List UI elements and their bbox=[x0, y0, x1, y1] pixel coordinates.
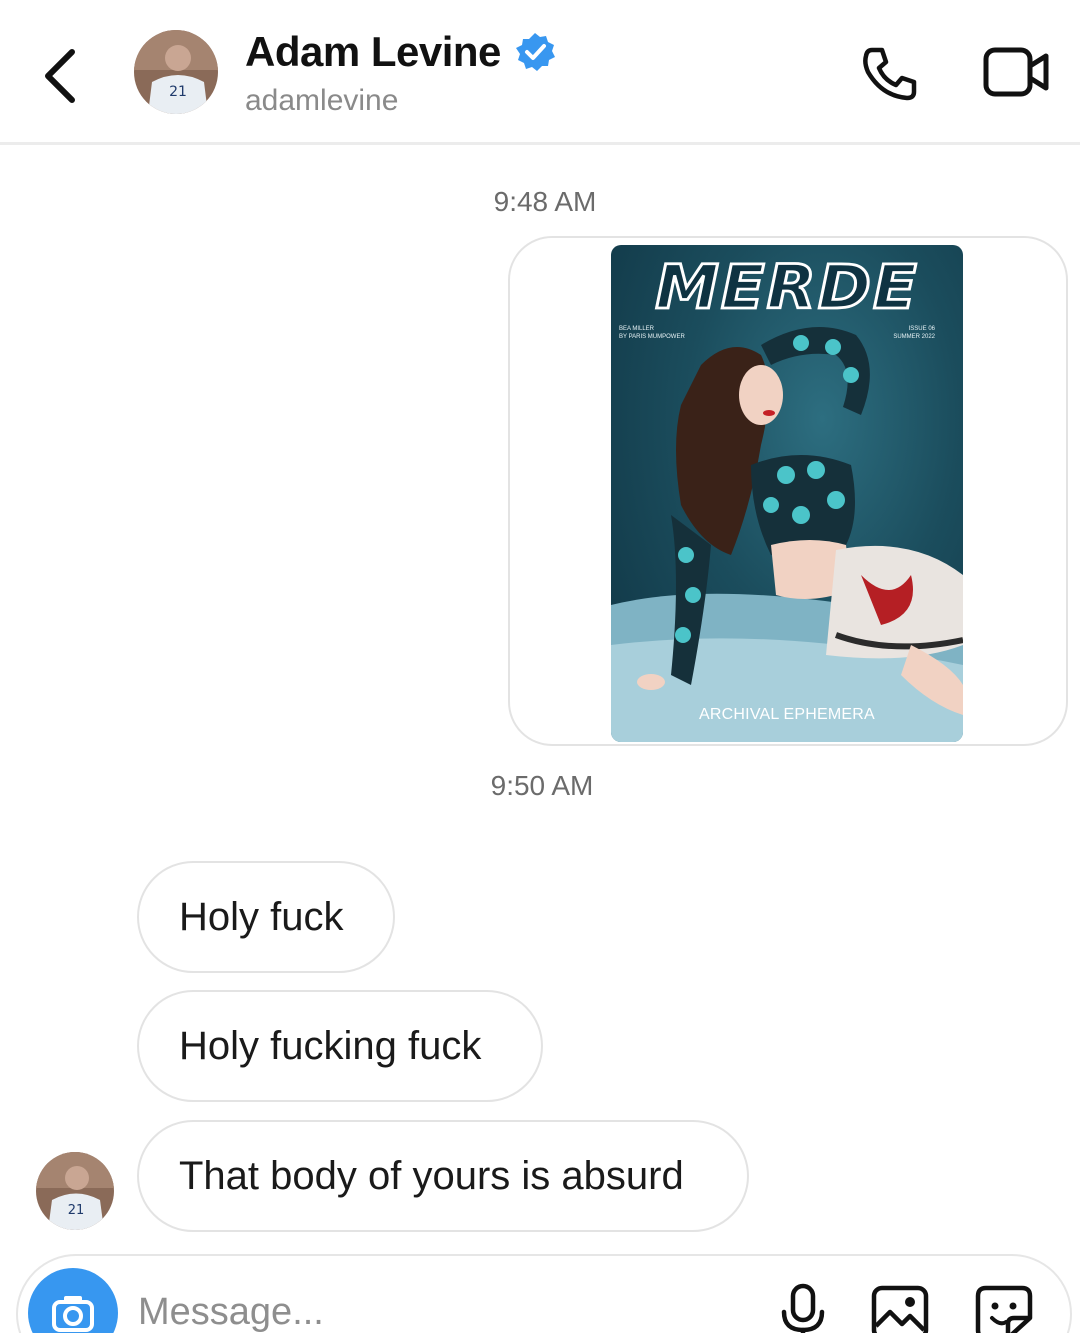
svg-text:21: 21 bbox=[169, 84, 187, 100]
magazine-cover-image[interactable]: MERDE BEA MILLER BY PARIS MUMPOWER ISSUE… bbox=[611, 245, 963, 742]
cover-credit-line: BY PARIS MUMPOWER bbox=[619, 334, 685, 340]
chevron-left-icon bbox=[45, 49, 75, 103]
chat-header: 21 Adam Levine adamlevine bbox=[0, 0, 1080, 145]
camera-button[interactable] bbox=[28, 1268, 118, 1333]
cover-issue-line: ISSUE 06 bbox=[908, 326, 935, 332]
contact-username: adamlevine bbox=[245, 84, 399, 117]
received-message-bubble[interactable]: Holy fucking fuck bbox=[137, 990, 543, 1102]
received-message-bubble[interactable]: That body of yours is absurd bbox=[137, 1120, 749, 1232]
message-timestamp: 9:48 AM bbox=[493, 186, 597, 217]
sticker-button[interactable] bbox=[974, 1284, 1034, 1333]
sent-image-message[interactable]: MERDE BEA MILLER BY PARIS MUMPOWER ISSUE… bbox=[508, 236, 1068, 746]
sticker-icon bbox=[975, 1285, 1033, 1333]
cover-caption: ARCHIVAL EPHEMERA bbox=[699, 706, 875, 723]
verified-badge-icon bbox=[514, 31, 556, 73]
gallery-icon bbox=[871, 1285, 929, 1333]
camera-icon bbox=[52, 1296, 94, 1332]
cover-issue-line: SUMMER 2022 bbox=[893, 334, 935, 340]
phone-icon bbox=[863, 47, 917, 101]
voice-message-button[interactable] bbox=[778, 1282, 828, 1333]
audio-call-button[interactable] bbox=[858, 42, 922, 106]
cover-credits: BEA MILLER BY PARIS MUMPOWER bbox=[619, 325, 685, 341]
contact-name[interactable]: Adam Levine bbox=[245, 28, 501, 76]
message-timestamp: 9:50 AM bbox=[490, 770, 594, 801]
gallery-button[interactable] bbox=[870, 1284, 930, 1333]
svg-text:21: 21 bbox=[68, 1203, 85, 1218]
video-camera-icon bbox=[983, 47, 1049, 97]
cover-credit-line: BEA MILLER bbox=[619, 326, 655, 332]
microphone-icon bbox=[781, 1283, 825, 1333]
message-input[interactable] bbox=[138, 1284, 738, 1333]
video-call-button[interactable] bbox=[982, 42, 1052, 102]
received-message-bubble[interactable]: Holy fuck bbox=[137, 861, 395, 973]
cover-title: MERDE bbox=[654, 251, 919, 324]
chat-screen: 21 Adam Levine adamlevine 9:48 AM MERDE … bbox=[0, 0, 1080, 1333]
back-button[interactable] bbox=[36, 40, 86, 104]
sender-avatar[interactable]: 21 bbox=[36, 1152, 114, 1230]
contact-avatar[interactable]: 21 bbox=[134, 30, 218, 114]
message-composer bbox=[16, 1254, 1072, 1333]
cover-issue-info: ISSUE 06 SUMMER 2022 bbox=[893, 325, 935, 341]
